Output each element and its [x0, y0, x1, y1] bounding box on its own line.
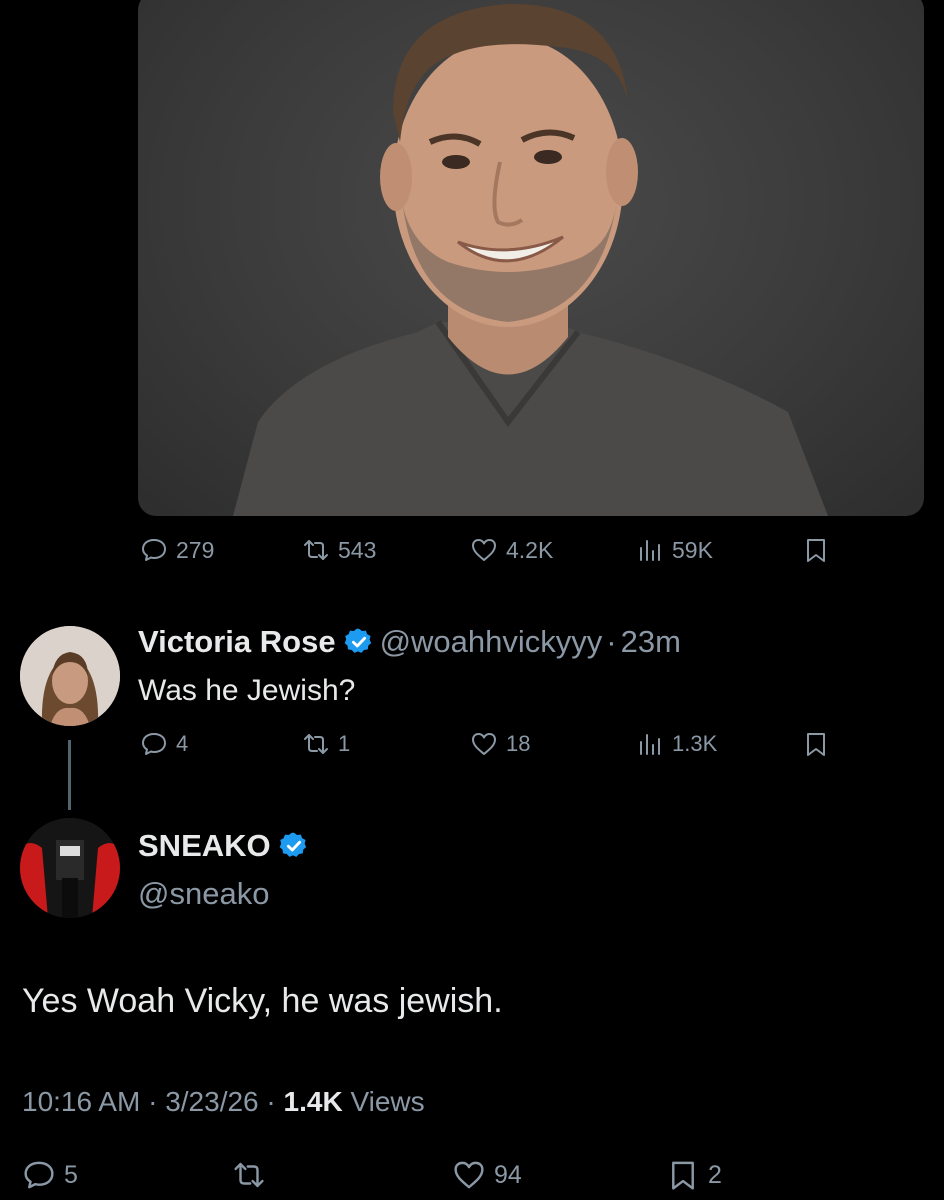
- reply-views-count: 1.3K: [672, 731, 718, 756]
- main-display-name[interactable]: SNEAKO: [138, 828, 271, 864]
- views-icon: [640, 540, 660, 561]
- main-header: SNEAKO: [138, 828, 309, 864]
- tweet-photo[interactable]: [138, 0, 924, 516]
- comment-icon: [142, 539, 166, 561]
- heart-icon: [454, 1161, 484, 1189]
- like-count: 4.2K: [506, 536, 554, 563]
- reply-bookmark-action[interactable]: [802, 730, 838, 758]
- main-tweet-text: Yes Woah Vicky, he was jewish.: [22, 982, 503, 1020]
- reply-handle[interactable]: @woahhvickyyy: [380, 624, 603, 660]
- main-like-count: 94: [494, 1160, 522, 1189]
- repost-icon: [304, 540, 328, 560]
- views-label: Views: [350, 1086, 425, 1117]
- repost-action[interactable]: 543: [302, 536, 376, 564]
- views-action[interactable]: 59K: [636, 536, 713, 564]
- tweet-meta: 10:16 AM · 3/23/26 · 1.4K Views: [22, 1086, 425, 1118]
- reply-text: Was he Jewish?: [138, 674, 356, 707]
- heart-icon: [472, 539, 496, 561]
- avatar-image: [20, 818, 120, 918]
- tweet-date[interactable]: 3/23/26: [165, 1086, 258, 1117]
- comment-icon: [142, 733, 166, 755]
- meta-separator: ·: [148, 1086, 158, 1117]
- reply-like-action[interactable]: 18: [470, 730, 530, 758]
- reply-separator: ·: [606, 624, 617, 659]
- main-reply-action[interactable]: 5: [22, 1158, 78, 1192]
- main-handle[interactable]: @sneako: [138, 876, 269, 912]
- like-action[interactable]: 4.2K: [470, 536, 553, 564]
- bookmark-icon: [807, 539, 825, 562]
- views-count: 59K: [672, 536, 713, 563]
- reply-time[interactable]: 23m: [621, 624, 681, 660]
- bookmark-icon: [807, 733, 825, 756]
- avatar-sneako[interactable]: [20, 818, 120, 918]
- bookmark-icon: [672, 1161, 694, 1190]
- main-reply-count: 5: [64, 1160, 78, 1189]
- reply-header: Victoria Rose @woahhvickyyy · 23m: [138, 624, 681, 660]
- main-bookmark-action[interactable]: 2: [666, 1158, 722, 1192]
- reply-repost-count: 1: [338, 731, 351, 756]
- reply-like-count: 18: [506, 731, 531, 756]
- meta-separator: ·: [266, 1086, 276, 1117]
- reply-views-action[interactable]: 1.3K: [636, 730, 717, 758]
- main-bookmark-count: 2: [708, 1160, 722, 1189]
- verified-badge-icon: [344, 628, 371, 653]
- reply-reply-action[interactable]: 4: [140, 730, 188, 758]
- views-icon: [640, 734, 660, 755]
- verified-badge-icon: [279, 832, 306, 857]
- reply-count: 279: [176, 536, 215, 563]
- main-like-action[interactable]: 94: [452, 1158, 522, 1192]
- tweet-time[interactable]: 10:16 AM: [22, 1086, 140, 1117]
- reply-reply-count: 4: [176, 731, 189, 756]
- avatar-victoria[interactable]: [20, 626, 120, 726]
- avatar-image: [20, 626, 120, 726]
- comment-icon: [24, 1161, 54, 1189]
- heart-icon: [472, 733, 496, 755]
- thread-connector: [68, 740, 71, 810]
- views-number: 1.4K: [283, 1086, 343, 1117]
- repost-icon: [304, 734, 328, 754]
- repost-count: 543: [338, 536, 377, 563]
- reply-repost-action[interactable]: 1: [302, 730, 350, 758]
- reply-display-name[interactable]: Victoria Rose: [138, 624, 336, 660]
- main-repost-action[interactable]: [232, 1158, 274, 1192]
- reply-action[interactable]: 279: [140, 536, 214, 564]
- repost-icon: [234, 1162, 264, 1188]
- bookmark-action[interactable]: [802, 536, 838, 564]
- portrait-illustration: [233, 3, 828, 516]
